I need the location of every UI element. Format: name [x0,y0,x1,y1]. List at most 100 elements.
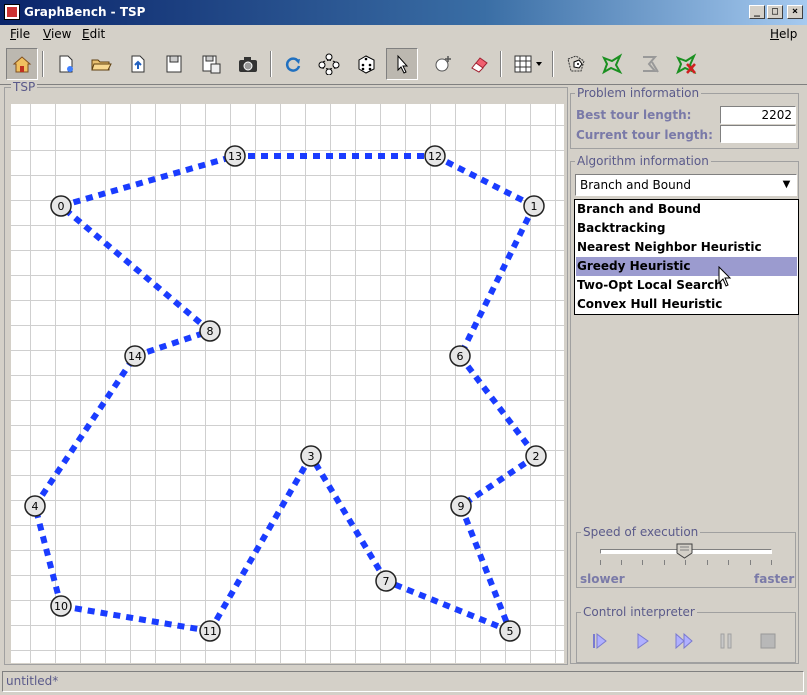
graph-node[interactable]: 11 [199,620,221,642]
algorithm-dropdown-list: Branch and Bound Backtracking Nearest Ne… [574,199,799,315]
graph-node[interactable]: 12 [424,145,446,167]
pause-icon[interactable] [713,628,739,654]
algorithm-option[interactable]: Branch and Bound [576,200,797,219]
graph-node-label: 6 [457,350,464,363]
graph-node[interactable]: 10 [50,595,72,617]
add-node-icon[interactable] [427,48,459,80]
toolbar [0,45,807,85]
app-icon[interactable] [4,4,20,20]
problem-info-title: Problem information [575,86,702,100]
tour-edge[interactable] [308,454,389,583]
graph-node-label: 9 [458,500,465,513]
layout-icon[interactable] [313,48,345,80]
window-title: GraphBench - TSP [24,5,146,19]
camera-icon[interactable] [232,48,264,80]
speed-slider-thumb[interactable] [676,543,693,559]
speed-title: Speed of execution [581,525,701,539]
minimize-button[interactable]: _ [749,5,765,19]
algorithm-select[interactable]: Branch and Bound ▼ [575,174,797,196]
refresh-icon[interactable] [277,48,309,80]
graph-node[interactable]: 8 [199,320,221,342]
eraser-icon[interactable] [463,48,495,80]
graph-node[interactable]: 4 [24,495,46,517]
graph-node[interactable]: 5 [499,620,521,642]
algorithm-option[interactable]: Two-Opt Local Search [576,276,797,295]
algorithm-option[interactable]: Backtracking [576,219,797,238]
graph-node-label: 13 [228,150,242,163]
tour-edge[interactable] [134,328,211,359]
graph-node-label: 3 [308,450,315,463]
save-as-icon[interactable] [195,48,227,80]
graph-svg[interactable]: 0 1234567891011121314 [11,104,564,663]
graph-node-label: 5 [507,625,514,638]
menu-help[interactable]: Help [770,27,797,41]
tour-edge[interactable] [59,203,212,334]
algorithm-selected-value: Branch and Bound [580,178,691,192]
menu-view[interactable]: View [43,27,71,41]
tour-edge[interactable] [60,153,236,209]
tsp-panel: TSP 0 1 2 3 4 5 6 7 8 9 10 11 12 13 14 [4,80,568,665]
graph-node-label: 14 [128,350,142,363]
save-icon[interactable] [158,48,190,80]
random-dice-icon[interactable] [350,48,382,80]
graph-node-label: 2 [533,450,540,463]
graph-node-label: 8 [207,325,214,338]
stop-icon[interactable] [755,628,781,654]
tour-edge[interactable] [457,354,539,458]
menu-edit[interactable]: Edit [82,27,105,41]
graph-node[interactable]: 9 [450,495,472,517]
graph-node[interactable]: 14 [124,345,146,367]
graph-node[interactable]: 1 [523,195,545,217]
chevron-down-icon[interactable]: ▼ [778,176,795,194]
step-icon[interactable] [587,628,613,654]
grid-dropdown-arrow-icon[interactable] [532,48,546,80]
graph-node-label: 11 [203,625,217,638]
graph-node-label: 7 [383,575,390,588]
best-tour-value: 2202 [720,106,796,124]
home-icon[interactable] [6,48,38,80]
graph-canvas[interactable]: 0 1 2 3 4 5 6 7 8 9 10 11 12 13 14 [11,104,564,663]
graph-node[interactable]: 2 [525,445,547,467]
play-icon[interactable] [629,628,655,654]
speed-ticks [600,560,772,566]
algorithm-option[interactable]: Convex Hull Heuristic [576,295,797,314]
algorithm-option[interactable]: Nearest Neighbor Heuristic [576,238,797,257]
menu-bar: File View Edit Help [0,25,807,45]
close-button[interactable]: × [787,5,803,19]
graph-node-label: 12 [428,150,442,163]
tsp-panel-title: TSP [11,80,38,94]
new-graph-icon[interactable] [50,48,82,80]
delete-tour-icon[interactable] [670,48,702,80]
select-pointer-icon[interactable] [386,48,418,80]
tour-edge[interactable] [60,603,211,634]
current-tour-value [720,125,796,143]
import-icon[interactable] [122,48,154,80]
tour-edge[interactable] [207,454,314,633]
mouse-cursor-icon [718,266,732,287]
tour-edge[interactable] [459,453,538,509]
tour-edge[interactable] [433,153,536,209]
tour-edge[interactable] [457,204,537,358]
current-tour-label: Current tour length: [576,128,713,142]
speed-faster-label: faster [754,572,795,586]
tour-edge[interactable] [32,505,64,607]
random-graph-icon[interactable] [560,48,592,80]
graph-node[interactable]: 6 [449,345,471,367]
status-bar: untitled* [2,671,804,692]
graph-node[interactable]: 0 [50,195,72,217]
fast-forward-icon[interactable] [671,628,697,654]
graph-node-label: 4 [32,500,39,513]
graph-node[interactable]: 3 [300,445,322,467]
tour-edge[interactable] [32,354,138,508]
graph-node[interactable]: 7 [375,570,397,592]
clear-tour-icon[interactable] [633,48,665,80]
algorithm-option-highlighted[interactable]: Greedy Heuristic [576,257,797,276]
control-title: Control interpreter [581,605,697,619]
maximize-button[interactable]: □ [767,5,783,19]
tour-edge[interactable] [384,578,512,634]
tour-icon[interactable] [596,48,628,80]
menu-file[interactable]: File [10,27,30,41]
open-folder-icon[interactable] [85,48,117,80]
graph-node[interactable]: 13 [224,145,246,167]
graph-node-label: 10 [54,600,68,613]
